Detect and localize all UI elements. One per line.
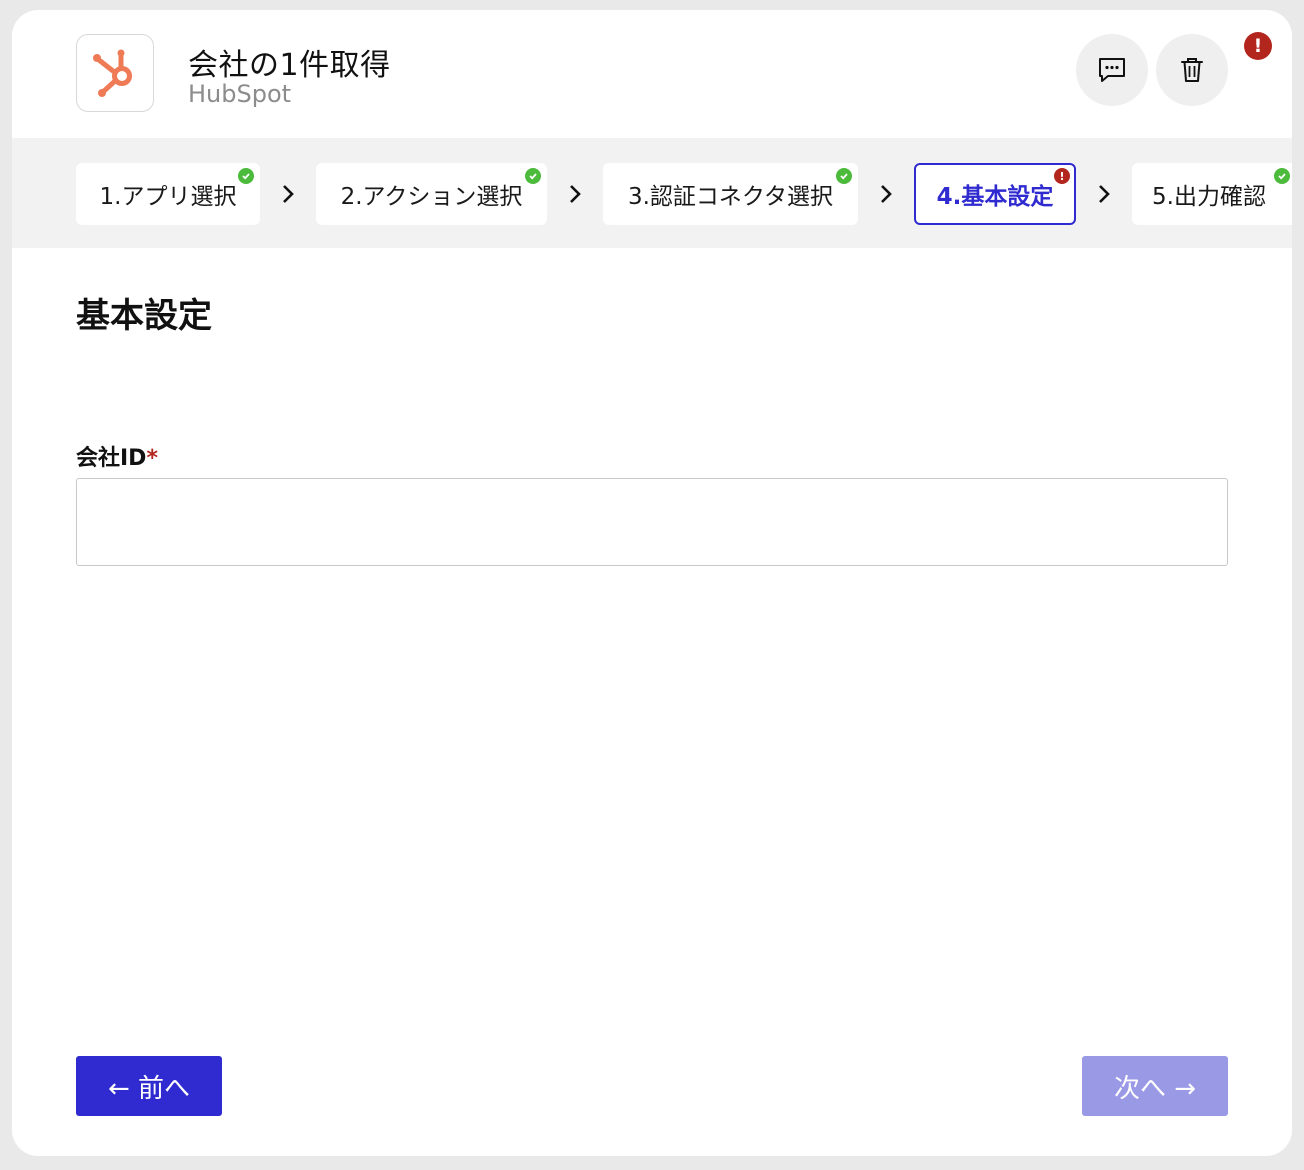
comment-button[interactable] bbox=[1076, 34, 1148, 106]
step-app-selection[interactable]: 1.アプリ選択 bbox=[76, 163, 260, 225]
trash-icon bbox=[1181, 58, 1203, 82]
action-settings-panel: 会社の1件取得 HubSpot ! 1.アプリ選択 2.アクション選択 3.認証… bbox=[12, 10, 1292, 1156]
company-id-input[interactable] bbox=[76, 478, 1228, 566]
check-icon bbox=[238, 168, 254, 184]
step-navigation: 1.アプリ選択 2.アクション選択 3.認証コネクタ選択 4.基本設定 ! 5.… bbox=[12, 138, 1292, 248]
step-label: 1.アプリ選択 bbox=[99, 184, 237, 210]
section-title: 基本設定 bbox=[76, 296, 212, 336]
step-output-check[interactable]: 5.出力確認 bbox=[1132, 163, 1292, 225]
step-connector-selection[interactable]: 3.認証コネクタ選択 bbox=[603, 163, 858, 225]
hubspot-logo bbox=[76, 34, 154, 112]
check-icon bbox=[836, 168, 852, 184]
chevron-right-icon bbox=[881, 185, 892, 203]
step-label: 4.基本設定 bbox=[936, 184, 1054, 210]
step-basic-settings[interactable]: 4.基本設定 ! bbox=[914, 163, 1076, 225]
step-label: 2.アクション選択 bbox=[340, 184, 523, 210]
error-badge: ! bbox=[1244, 32, 1272, 60]
company-id-label-text: 会社ID bbox=[76, 446, 147, 471]
required-mark: * bbox=[146, 446, 158, 471]
step-label: 3.認証コネクタ選択 bbox=[627, 184, 834, 210]
chevron-right-icon bbox=[570, 185, 581, 203]
next-button[interactable]: 次へ → bbox=[1082, 1056, 1228, 1116]
chevron-right-icon bbox=[283, 185, 294, 203]
step-label: 5.出力確認 bbox=[1152, 184, 1266, 210]
check-icon bbox=[1274, 168, 1290, 184]
prev-button[interactable]: ← 前へ bbox=[76, 1056, 222, 1116]
error-icon: ! bbox=[1054, 168, 1070, 184]
action-title: 会社の1件取得 bbox=[188, 48, 391, 83]
check-icon bbox=[525, 168, 541, 184]
delete-button[interactable] bbox=[1156, 34, 1228, 106]
step-action-selection[interactable]: 2.アクション選択 bbox=[316, 163, 547, 225]
hubspot-logo-icon bbox=[93, 49, 132, 97]
app-name: HubSpot bbox=[188, 80, 292, 108]
company-id-label: 会社ID* bbox=[76, 440, 158, 472]
comment-icon bbox=[1099, 58, 1125, 82]
chevron-right-icon bbox=[1099, 185, 1110, 203]
